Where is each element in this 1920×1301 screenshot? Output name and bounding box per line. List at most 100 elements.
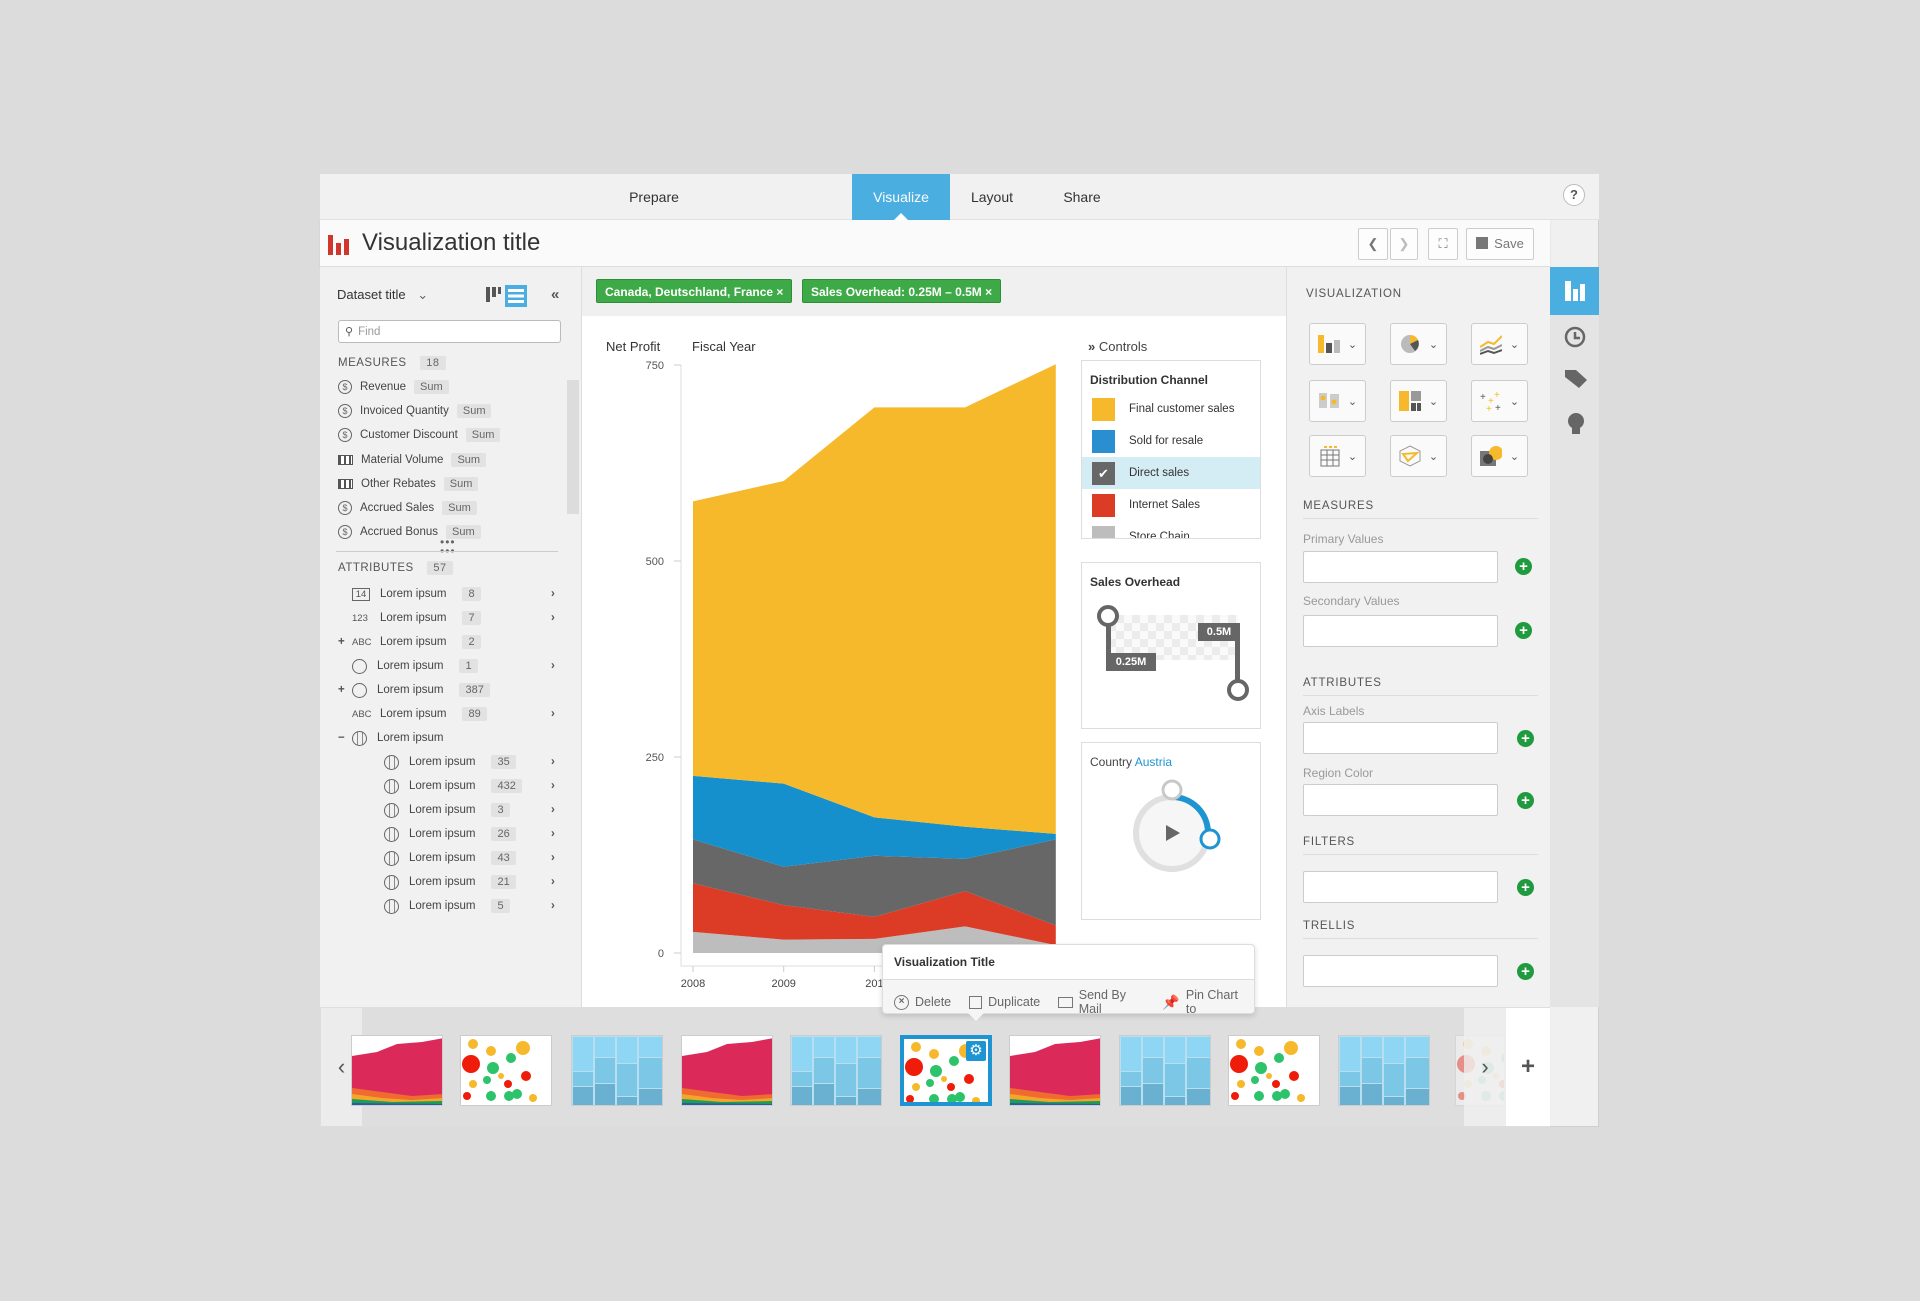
thumbnail-treemap-chart[interactable] <box>790 1035 882 1106</box>
progress-handle[interactable] <box>1199 828 1221 850</box>
visualization-panel-button[interactable] <box>1550 267 1599 315</box>
add-trellis-icon[interactable]: + <box>1517 963 1534 980</box>
expand-icon[interactable]: + <box>338 684 346 696</box>
aggregation-badge[interactable]: Sum <box>443 476 479 491</box>
filter-chip-country[interactable]: Canada, Deutschland, France × <box>596 279 793 303</box>
viz-type-network-button[interactable]: ⌄ <box>1390 435 1447 477</box>
find-input[interactable]: ⚲ Find <box>338 320 561 343</box>
lightbulb-icon[interactable] <box>1566 412 1586 438</box>
list-icon[interactable] <box>505 285 527 307</box>
add-filter-icon[interactable]: + <box>1517 879 1534 896</box>
chevron-right-icon[interactable]: › <box>551 612 555 624</box>
chevron-right-icon[interactable]: › <box>551 708 555 720</box>
trellis-dropzone[interactable] <box>1303 955 1498 987</box>
attribute-item[interactable]: Lorem ipsum 26 › <box>370 824 555 844</box>
measure-item[interactable]: $ Accrued Bonus Sum <box>338 522 481 542</box>
add-visualization-button[interactable]: + <box>1506 1008 1550 1126</box>
play-dial[interactable] <box>1122 773 1232 883</box>
dataset-selector[interactable]: Dataset title ⌄ <box>337 287 428 303</box>
viz-type-scatter-button[interactable]: + + + + + ⌄ <box>1471 380 1528 422</box>
gear-icon[interactable]: ⚙ <box>966 1041 986 1061</box>
aggregation-badge[interactable]: Sum <box>442 501 477 515</box>
thumbnail-treemap-chart[interactable] <box>1338 1035 1430 1106</box>
controls-toggle[interactable]: » Controls <box>1088 339 1147 354</box>
attribute-item[interactable]: Lorem ipsum 35 › <box>370 752 555 772</box>
aggregation-badge[interactable]: Sum <box>465 428 501 443</box>
aggregation-badge[interactable]: Sum <box>456 404 492 419</box>
measure-item[interactable]: Material Volume Sum <box>338 450 487 470</box>
thumbnail-bubble-chart[interactable] <box>460 1035 552 1106</box>
chevron-right-icon[interactable]: › <box>551 828 555 840</box>
add-axis-icon[interactable]: + <box>1517 730 1534 747</box>
chevron-right-icon[interactable]: › <box>551 660 555 672</box>
legend-item[interactable]: Final customer sales <box>1082 393 1260 425</box>
start-handle[interactable] <box>1161 779 1183 801</box>
primary-values-dropzone[interactable] <box>1303 551 1498 583</box>
thumbnail-bubble-chart[interactable] <box>1228 1035 1320 1106</box>
measures-scrollbar[interactable] <box>567 380 579 514</box>
resize-handle[interactable]: ••• ••• <box>440 536 456 557</box>
viz-type-pie-chart-button[interactable]: ⌄ <box>1390 323 1447 365</box>
viz-type-bubble-heatmap-button[interactable]: ⌄ <box>1471 435 1528 477</box>
region-color-dropzone[interactable] <box>1303 784 1498 816</box>
aggregation-badge[interactable]: Sum <box>414 380 449 394</box>
attribute-item[interactable]: − Lorem ipsum <box>338 728 443 748</box>
save-button[interactable]: Save <box>1466 228 1534 260</box>
add-primary-icon[interactable]: + <box>1515 558 1532 575</box>
attribute-item[interactable]: + ABC Lorem ipsum 2 <box>338 632 481 652</box>
viz-type-line-chart-button[interactable]: ⌄ <box>1471 323 1528 365</box>
thumbnail-treemap-chart[interactable] <box>1119 1035 1211 1106</box>
measure-item[interactable]: $ Invoiced Quantity Sum <box>338 401 492 421</box>
thumbnail-area-chart[interactable] <box>351 1035 443 1106</box>
thumbnail-treemap-chart[interactable] <box>571 1035 663 1106</box>
aggregation-badge[interactable]: Sum <box>451 452 487 467</box>
delete-action[interactable]: × Delete <box>894 988 951 1016</box>
attribute-item[interactable]: Lorem ipsum 3 › <box>370 800 555 820</box>
viz-type-treemap-button[interactable]: ⌄ <box>1390 380 1447 422</box>
viz-type-geo-map-button[interactable]: ⌄ <box>1309 380 1366 422</box>
chevron-right-icon[interactable]: › <box>551 852 555 864</box>
duplicate-action[interactable]: Duplicate <box>969 988 1040 1016</box>
tab-visualize[interactable]: Visualize <box>852 174 950 220</box>
strip-next-button[interactable]: › <box>1464 1008 1506 1126</box>
filter-chip-sales-overhead[interactable]: Sales Overhead: 0.25M – 0.5M × <box>802 279 1002 303</box>
thumbnail-area-chart[interactable] <box>1009 1035 1101 1106</box>
secondary-values-dropzone[interactable] <box>1303 615 1498 647</box>
legend-item[interactable]: Internet Sales <box>1082 489 1260 521</box>
area-series-final-customer-sales[interactable] <box>693 364 1056 834</box>
chevron-right-icon[interactable]: › <box>551 804 555 816</box>
add-secondary-icon[interactable]: + <box>1515 622 1532 639</box>
filters-dropzone[interactable] <box>1303 871 1498 903</box>
legend-item[interactable]: Sold for resale <box>1082 425 1260 457</box>
chevron-right-icon[interactable]: › <box>551 780 555 792</box>
measure-item[interactable]: $ Accrued Sales Sum <box>338 498 477 518</box>
collapse-panel-icon[interactable]: « <box>551 286 559 303</box>
legend-item[interactable]: ✔ Direct sales <box>1082 457 1260 489</box>
thumbnail-bubble-chart[interactable]: ⚙ <box>900 1035 992 1106</box>
attribute-item[interactable]: Lorem ipsum 21 › <box>370 872 555 892</box>
legend-item[interactable]: Store Chain <box>1082 521 1260 538</box>
measure-item[interactable]: Other Rebates Sum <box>338 474 479 494</box>
attribute-item[interactable]: Lorem ipsum 5 › <box>370 896 555 916</box>
close-icon[interactable]: × <box>985 285 992 299</box>
tab-layout[interactable]: Layout <box>950 174 1034 220</box>
send-by-mail-action[interactable]: Send By Mail <box>1058 988 1144 1016</box>
collapse-icon[interactable]: − <box>338 732 346 744</box>
view-toggle[interactable] <box>486 285 530 307</box>
thumbnail-area-chart[interactable] <box>681 1035 773 1106</box>
redo-button[interactable]: ❯ <box>1390 228 1418 260</box>
chevron-right-icon[interactable]: › <box>551 876 555 888</box>
chevron-right-icon[interactable]: › <box>551 588 555 600</box>
history-icon[interactable] <box>1562 324 1588 350</box>
attribute-item[interactable]: + Lorem ipsum 387 <box>338 680 490 700</box>
attribute-item[interactable]: Lorem ipsum 432 › <box>370 776 555 796</box>
close-icon[interactable]: × <box>776 285 783 299</box>
pin-chart-action[interactable]: 📌 Pin Chart to <box>1162 988 1243 1016</box>
viz-type-table-button[interactable]: ⌄ <box>1309 435 1366 477</box>
axis-labels-dropzone[interactable] <box>1303 722 1498 754</box>
columns-icon[interactable] <box>486 287 501 302</box>
undo-button[interactable]: ❮ <box>1358 228 1388 260</box>
tab-prepare[interactable]: Prepare <box>613 174 695 220</box>
expand-icon[interactable]: + <box>338 636 346 648</box>
fullscreen-button[interactable]: ⛶ <box>1428 228 1458 260</box>
